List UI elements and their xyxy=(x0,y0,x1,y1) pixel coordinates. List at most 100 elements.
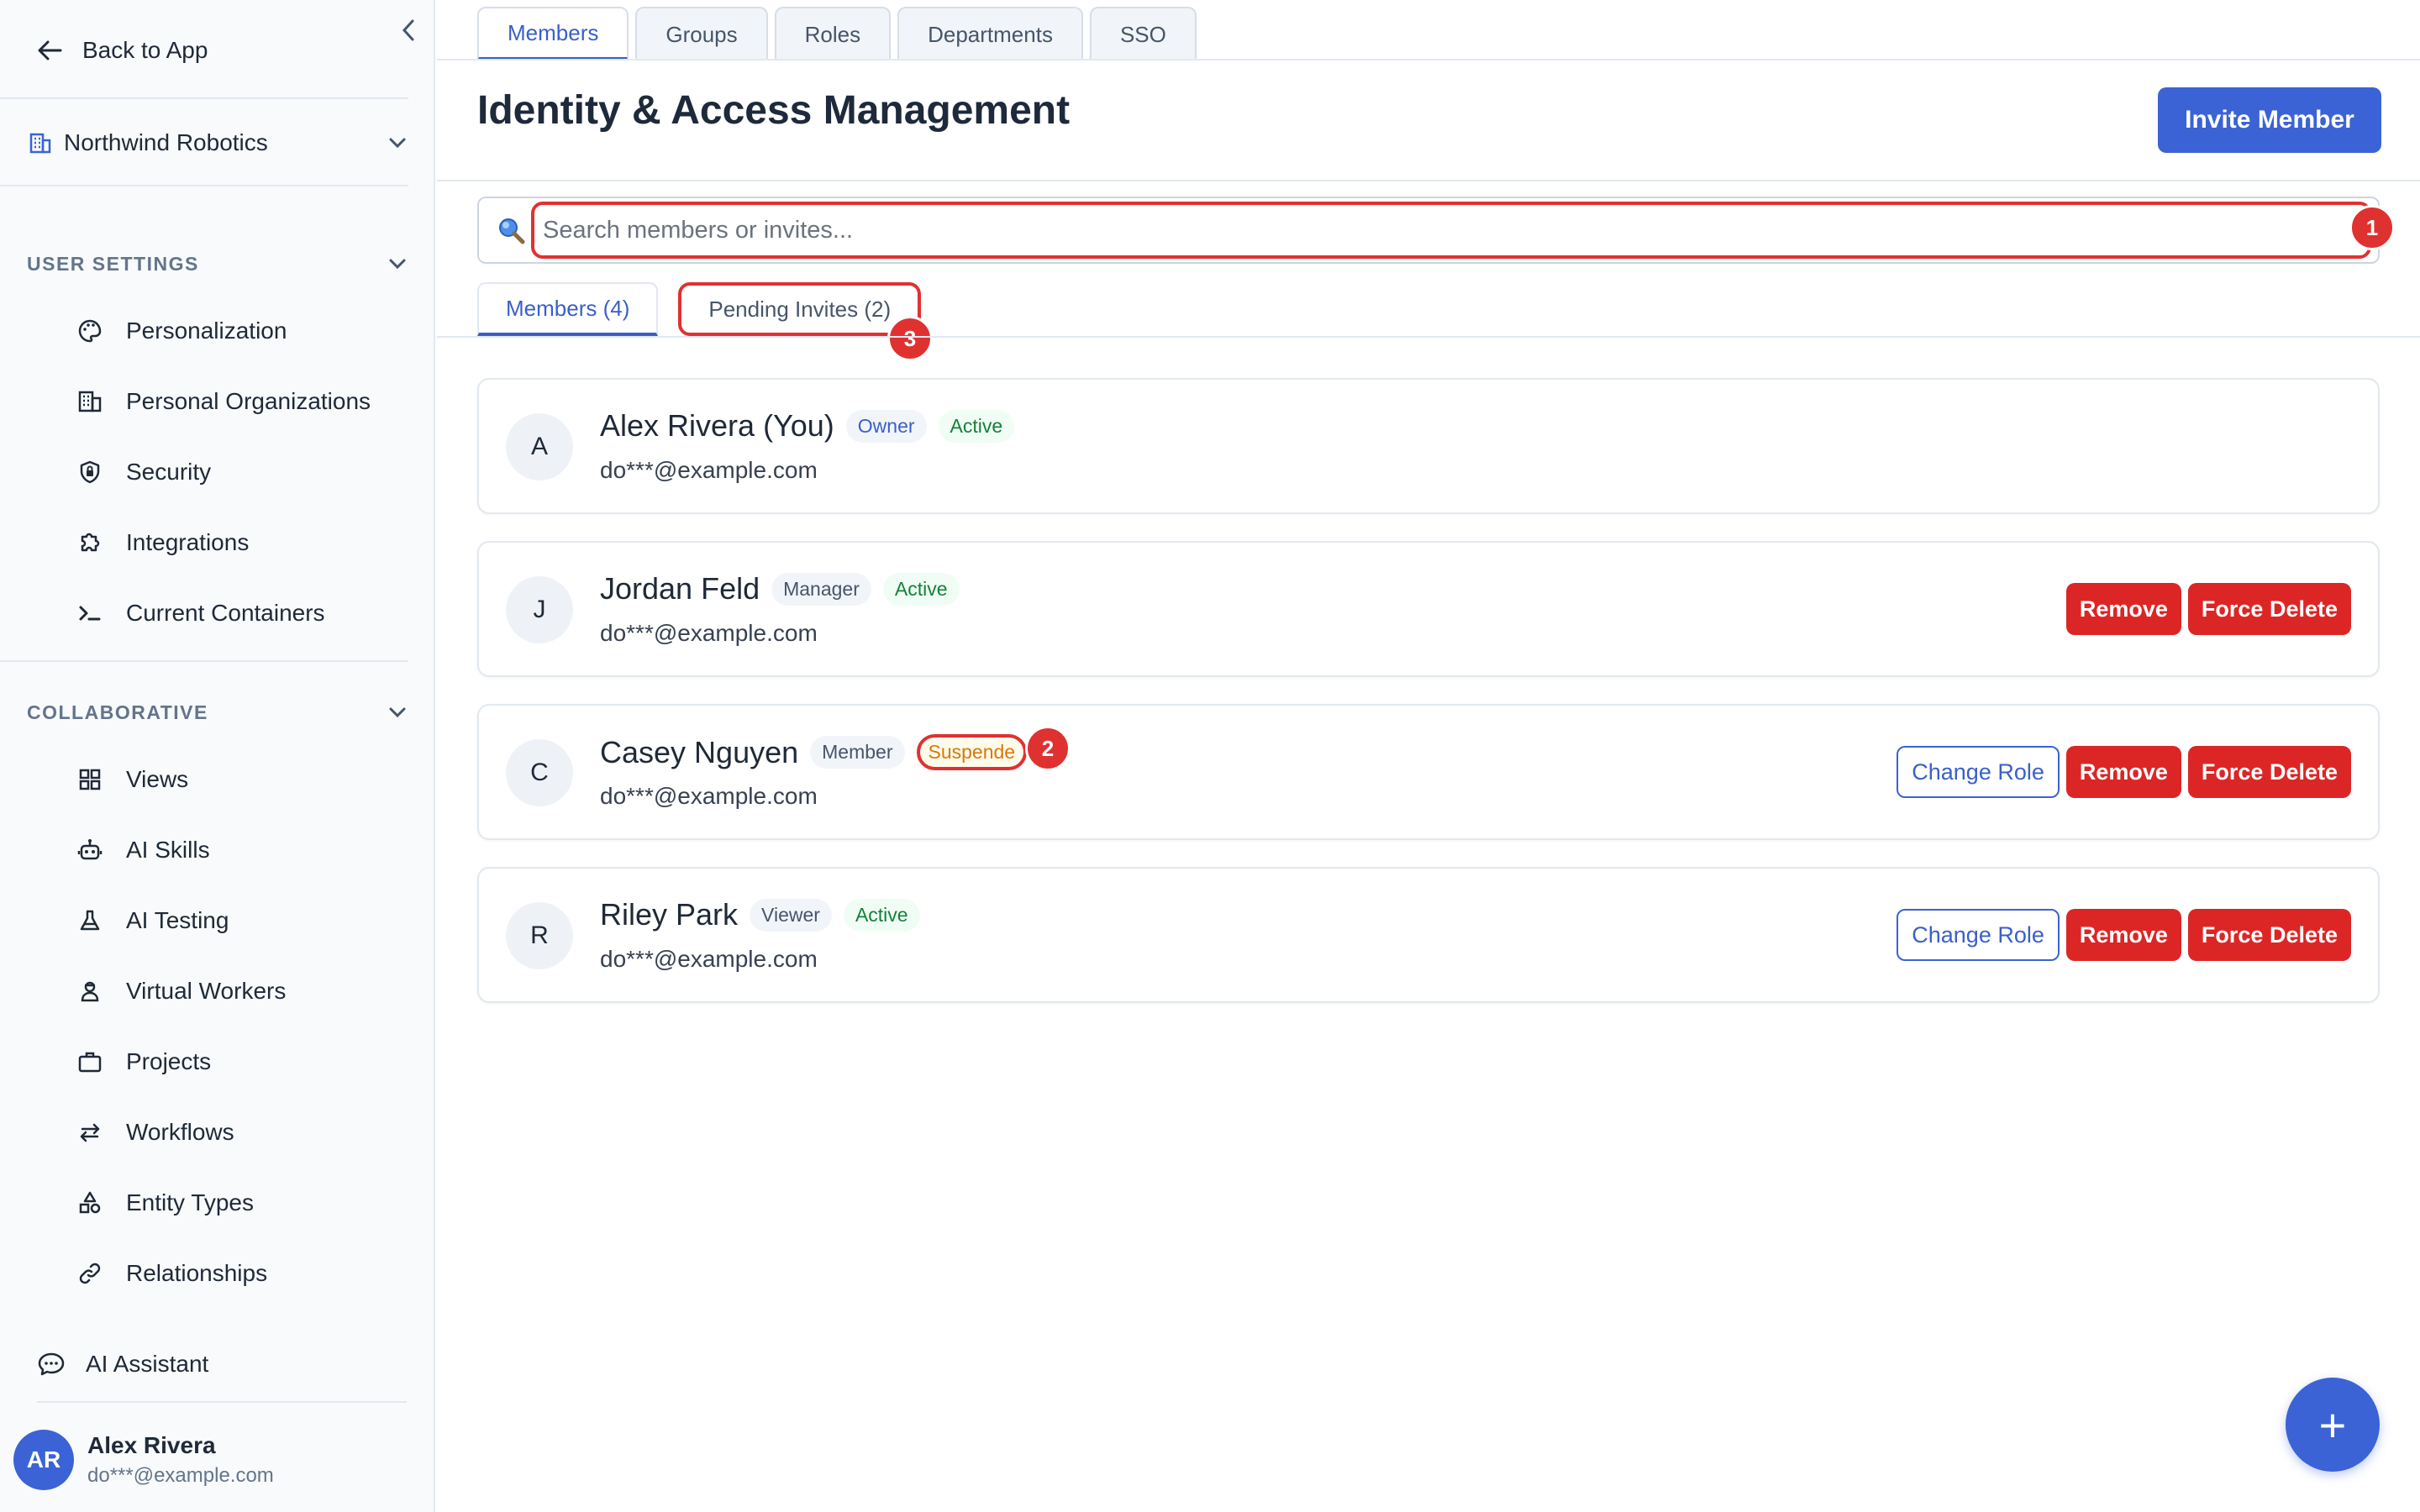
sidebar-item-personalization[interactable]: Personalization xyxy=(77,307,413,354)
sidebar-item-current-containers[interactable]: Current Containers xyxy=(77,590,413,637)
sidebar-item-views[interactable]: Views xyxy=(77,756,413,803)
remove-button[interactable]: Remove xyxy=(2065,909,2181,961)
divider xyxy=(37,1401,407,1403)
divider xyxy=(437,59,2420,60)
remove-button[interactable]: Remove xyxy=(2065,583,2181,635)
tab-pending-invites[interactable]: Pending Invites (2) xyxy=(678,282,922,336)
tab-departments[interactable]: Departments xyxy=(897,7,1083,60)
sidebar-item-label: Personalization xyxy=(126,318,287,344)
sidebar-item-entity-types[interactable]: Entity Types xyxy=(77,1179,413,1226)
member-name-line: Casey Nguyen Member Suspende xyxy=(600,734,1028,770)
force-delete-button[interactable]: Force Delete xyxy=(2187,909,2351,961)
sidebar-item-workflows[interactable]: Workflows xyxy=(77,1109,413,1156)
ai-assistant-label: AI Assistant xyxy=(86,1351,209,1377)
search-input[interactable] xyxy=(531,202,2371,259)
member-name-line: Riley Park Viewer Active xyxy=(600,897,920,932)
collapse-sidebar-button[interactable] xyxy=(397,17,420,44)
annotation-badge: 3 xyxy=(887,316,933,361)
invite-member-button[interactable]: Invite Member xyxy=(2158,87,2381,153)
sidebar-item-label: Relationships xyxy=(126,1260,268,1286)
divider xyxy=(437,180,2420,181)
organization-select[interactable]: Northwind Robotics xyxy=(29,123,407,163)
back-to-app-label: Back to App xyxy=(82,37,208,63)
collaborative-header: COLLABORATIVE xyxy=(27,701,208,723)
link-icon xyxy=(79,1263,101,1284)
member-email: do***@example.com xyxy=(600,783,818,809)
divider xyxy=(0,97,408,99)
status-badge: Active xyxy=(938,409,1015,443)
divider xyxy=(437,336,2420,338)
add-fab-button[interactable]: + xyxy=(2286,1378,2380,1472)
member-name: Alex Rivera (You) xyxy=(600,408,834,443)
remove-button[interactable]: Remove xyxy=(2065,746,2181,798)
member-name: Riley Park xyxy=(600,897,739,932)
sidebar-item-label: Virtual Workers xyxy=(126,978,287,1004)
organization-name: Northwind Robotics xyxy=(64,129,268,155)
sidebar-item-virtual-workers[interactable]: Virtual Workers xyxy=(77,968,413,1015)
change-role-button[interactable]: Change Role xyxy=(1897,746,2060,798)
role-badge: Viewer xyxy=(750,898,832,932)
avatar: C xyxy=(506,739,573,806)
sidebar-item-label: AI Skills xyxy=(126,837,210,863)
collaborative-section-toggle[interactable]: COLLABORATIVE xyxy=(27,696,407,729)
chevron-down-icon xyxy=(389,138,406,149)
sidebar-item-relationships[interactable]: Relationships xyxy=(77,1250,413,1297)
member-name: Casey Nguyen xyxy=(600,734,799,769)
tab-sso[interactable]: SSO xyxy=(1089,7,1197,60)
sidebar-item-label: AI Testing xyxy=(126,907,229,933)
role-badge: Owner xyxy=(845,409,927,443)
tab-groups[interactable]: Groups xyxy=(635,7,768,60)
annotation-badge: 2 xyxy=(1025,726,1071,771)
tab-members-list[interactable]: Members (4) xyxy=(477,282,659,336)
terminal-icon xyxy=(79,606,101,621)
ai-assistant-button[interactable]: AI Assistant xyxy=(37,1341,407,1388)
sidebar-item-ai-testing[interactable]: AI Testing xyxy=(77,897,413,944)
status-badge: Active xyxy=(882,572,960,606)
sidebar-item-personal-organizations[interactable]: Personal Organizations xyxy=(77,378,413,425)
avatar: AR xyxy=(13,1430,74,1490)
briefcase-icon xyxy=(78,1052,102,1073)
role-badge: Member xyxy=(810,736,905,769)
sidebar-item-projects[interactable]: Projects xyxy=(77,1038,413,1085)
member-actions: Remove Force Delete xyxy=(2065,583,2351,635)
role-badge: Manager xyxy=(771,572,871,606)
back-to-app-link[interactable]: Back to App xyxy=(37,32,208,69)
member-row: A Alex Rivera (You) Owner Active do***@e… xyxy=(477,378,2380,514)
annotation-badge: 1 xyxy=(2349,205,2395,250)
sidebar-item-label: Views xyxy=(126,766,189,792)
member-name: Jordan Feld xyxy=(600,571,760,606)
user-settings-section-toggle[interactable]: USER SETTINGS xyxy=(27,247,407,281)
member-email: do***@example.com xyxy=(600,457,818,483)
sidebar-item-integrations[interactable]: Integrations xyxy=(77,519,413,566)
arrow-left-icon xyxy=(38,40,62,60)
search-box xyxy=(477,197,2380,264)
change-role-button[interactable]: Change Role xyxy=(1897,909,2060,961)
member-row: R Riley Park Viewer Active do***@example… xyxy=(477,867,2380,1003)
member-row: J Jordan Feld Manager Active do***@examp… xyxy=(477,541,2380,677)
shield-icon xyxy=(80,460,100,484)
flask-icon xyxy=(80,910,100,931)
sidebar-item-label: Entity Types xyxy=(126,1189,255,1215)
sidebar-item-label: Security xyxy=(126,459,212,485)
building-icon xyxy=(78,391,102,412)
sidebar-item-label: Workflows xyxy=(126,1119,234,1145)
member-row: C Casey Nguyen Member Suspende do***@exa… xyxy=(477,704,2380,840)
member-email: do***@example.com xyxy=(600,620,818,646)
tab-roles[interactable]: Roles xyxy=(774,7,892,60)
chevron-left-icon xyxy=(402,19,414,41)
user-settings-header: USER SETTINGS xyxy=(27,252,199,275)
force-delete-button[interactable]: Force Delete xyxy=(2187,746,2351,798)
member-actions: Change Role Remove Force Delete xyxy=(1897,746,2351,798)
sidebar-item-security[interactable]: Security xyxy=(77,449,413,496)
force-delete-button[interactable]: Force Delete xyxy=(2187,583,2351,635)
status-badge: Active xyxy=(843,898,920,932)
user-email: do***@example.com xyxy=(87,1464,274,1487)
member-name-line: Alex Rivera (You) Owner Active xyxy=(600,408,1015,444)
chat-bubble-icon xyxy=(38,1352,65,1376)
tab-members[interactable]: Members xyxy=(477,7,629,60)
worker-icon xyxy=(81,981,99,1002)
palette-icon xyxy=(78,319,102,343)
user-profile[interactable]: AR Alex Rivera do***@example.com xyxy=(13,1425,417,1495)
sidebar-item-ai-skills[interactable]: AI Skills xyxy=(77,827,413,874)
sidebar-item-label: Current Containers xyxy=(126,600,325,626)
